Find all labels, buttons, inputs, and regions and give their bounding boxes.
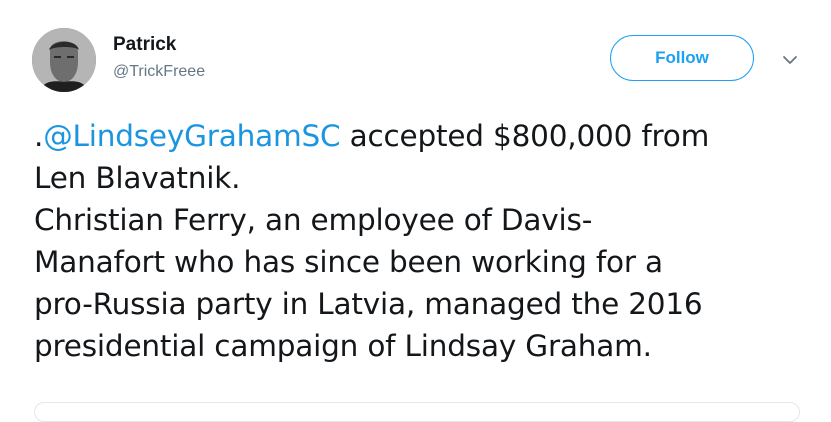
follow-button[interactable]: Follow xyxy=(610,35,754,81)
tweet-line: .@LindseyGrahamSC accepted $800,000 from xyxy=(34,115,814,157)
chevron-down-icon xyxy=(783,56,797,64)
tweet-prefix: . xyxy=(34,119,44,153)
tweet-text: .@LindseyGrahamSC accepted $800,000 from… xyxy=(34,115,814,367)
embedded-card-edge xyxy=(34,402,800,422)
tweet-line: pro-Russia party in Latvia, managed the … xyxy=(34,287,703,321)
tweet-card: Patrick @TrickFreee Follow .@LindseyGrah… xyxy=(0,0,831,422)
avatar[interactable] xyxy=(32,28,96,92)
more-options-button[interactable] xyxy=(778,48,802,72)
tweet-line: Manafort who has since been working for … xyxy=(34,245,663,279)
mention-link[interactable]: @LindseyGrahamSC xyxy=(43,119,340,153)
tweet-line: Christian Ferry, an employee of Davis- xyxy=(34,203,593,237)
tweet-line: presidential campaign of Lindsay Graham. xyxy=(34,329,652,363)
profile-photo-icon xyxy=(32,28,96,92)
display-name[interactable]: Patrick xyxy=(113,34,176,56)
tweet-line-rest: accepted $800,000 from xyxy=(340,119,710,153)
user-handle[interactable]: @TrickFreee xyxy=(113,63,205,81)
tweet-line: Len Blavatnik. xyxy=(34,161,241,195)
